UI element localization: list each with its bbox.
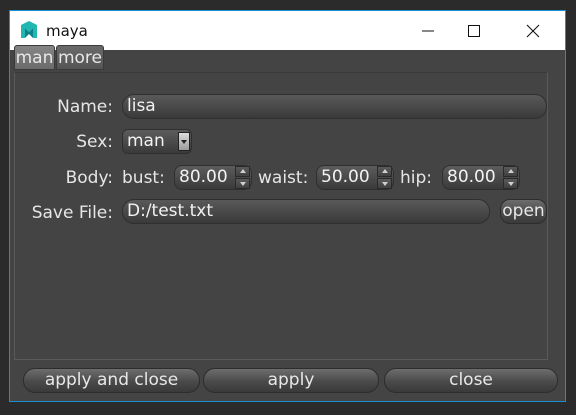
bust-value: 80.00 bbox=[179, 167, 228, 187]
open-file-button[interactable]: open bbox=[500, 199, 547, 224]
hip-increment-arrow-icon[interactable] bbox=[503, 166, 518, 177]
sex-select-value: man bbox=[127, 131, 165, 151]
hip-label: hip: bbox=[400, 168, 433, 188]
apply-button[interactable]: apply bbox=[203, 368, 379, 393]
hip-decrement-arrow-icon[interactable] bbox=[503, 178, 518, 189]
close-window-button[interactable] bbox=[510, 11, 556, 50]
tab-man[interactable]: man bbox=[14, 45, 55, 70]
waist-stepper bbox=[377, 166, 393, 189]
bust-increment-arrow-icon[interactable] bbox=[235, 166, 250, 177]
tab-more[interactable]: more bbox=[56, 45, 104, 70]
minimize-icon bbox=[422, 30, 434, 32]
hip-spinbox[interactable]: 80.00 bbox=[442, 165, 520, 190]
close-icon bbox=[526, 24, 540, 38]
waist-decrement-arrow-icon[interactable] bbox=[377, 178, 392, 189]
maximize-button[interactable] bbox=[451, 11, 497, 50]
maya-app-icon bbox=[21, 21, 37, 38]
chevron-down-icon[interactable] bbox=[178, 132, 190, 151]
bust-spinbox[interactable]: 80.00 bbox=[174, 165, 252, 190]
waist-value: 50.00 bbox=[321, 167, 370, 187]
window-title: maya bbox=[46, 22, 88, 40]
bust-decrement-arrow-icon[interactable] bbox=[235, 178, 250, 189]
sex-label: Sex: bbox=[76, 132, 113, 152]
bust-stepper bbox=[235, 166, 251, 189]
bust-label: bust: bbox=[122, 168, 165, 188]
waist-label: waist: bbox=[258, 168, 309, 188]
apply-and-close-button[interactable]: apply and close bbox=[23, 368, 200, 393]
hip-stepper bbox=[503, 166, 519, 189]
waist-spinbox[interactable]: 50.00 bbox=[316, 165, 394, 190]
save-file-input[interactable]: D:/test.txt bbox=[122, 199, 490, 224]
hip-value: 80.00 bbox=[447, 167, 496, 187]
waist-increment-arrow-icon[interactable] bbox=[377, 166, 392, 177]
body-label: Body: bbox=[65, 168, 113, 188]
minimize-button[interactable] bbox=[405, 11, 451, 50]
name-input[interactable]: lisa bbox=[122, 94, 547, 119]
sex-select[interactable]: man bbox=[122, 129, 192, 154]
save-file-label: Save File: bbox=[31, 203, 113, 223]
maximize-icon bbox=[468, 25, 480, 37]
close-button[interactable]: close bbox=[384, 368, 558, 393]
name-label: Name: bbox=[57, 97, 113, 117]
